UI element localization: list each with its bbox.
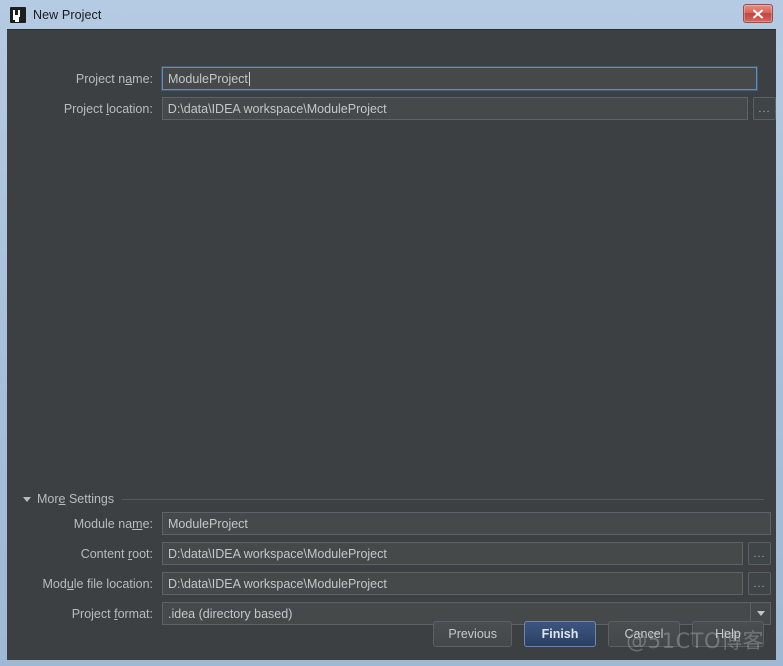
project-name-label: Project name: <box>75 71 153 86</box>
module-name-row: Module name: ModuleProject <box>7 512 776 535</box>
content-root-browse-button[interactable]: ... <box>748 542 771 565</box>
project-location-row: Project location: D:\data\IDEA workspace… <box>7 97 776 120</box>
module-name-label: Module name: <box>73 516 153 531</box>
section-divider <box>122 498 764 500</box>
module-file-location-browse-button[interactable]: ... <box>748 572 771 595</box>
more-settings-label: More Settings <box>37 492 115 506</box>
project-format-label: Project format: <box>71 606 153 621</box>
intellij-idea-icon <box>10 6 26 23</box>
content-root-label: Content root: <box>80 546 153 561</box>
project-name-row: Project name: ModuleProject <box>7 67 776 90</box>
module-file-location-row: Module file location: D:\data\IDEA works… <box>7 572 776 595</box>
dialog-body: Project name: ModuleProject Project loca… <box>7 29 776 660</box>
close-icon[interactable] <box>743 4 773 23</box>
dialog-button-bar: Previous Finish Cancel Help <box>433 621 764 647</box>
window-title: New Project <box>33 7 102 22</box>
titlebar: New Project <box>7 0 776 29</box>
module-file-location-input[interactable]: D:\data\IDEA workspace\ModuleProject <box>162 572 743 595</box>
project-name-input[interactable]: ModuleProject <box>162 67 757 90</box>
content-root-row: Content root: D:\data\IDEA workspace\Mod… <box>7 542 776 565</box>
project-location-browse-button[interactable]: ... <box>753 97 776 120</box>
module-file-location-label: Module file location: <box>42 576 154 591</box>
cancel-button[interactable]: Cancel <box>608 621 680 647</box>
project-location-label: Project location: <box>63 101 153 116</box>
project-format-value: .idea (directory based) <box>168 606 293 621</box>
help-button[interactable]: Help <box>692 621 764 647</box>
previous-button[interactable]: Previous <box>433 621 512 647</box>
triangle-down-icon <box>23 496 31 502</box>
finish-button[interactable]: Finish <box>524 621 596 647</box>
text-caret <box>248 71 250 86</box>
more-settings-toggle[interactable]: More Settings <box>23 491 764 507</box>
content-root-input[interactable]: D:\data\IDEA workspace\ModuleProject <box>162 542 743 565</box>
new-project-dialog-window: New Project Project name: ModuleProject … <box>0 0 783 666</box>
module-name-input[interactable]: ModuleProject <box>162 512 771 535</box>
project-location-input[interactable]: D:\data\IDEA workspace\ModuleProject <box>161 97 749 120</box>
